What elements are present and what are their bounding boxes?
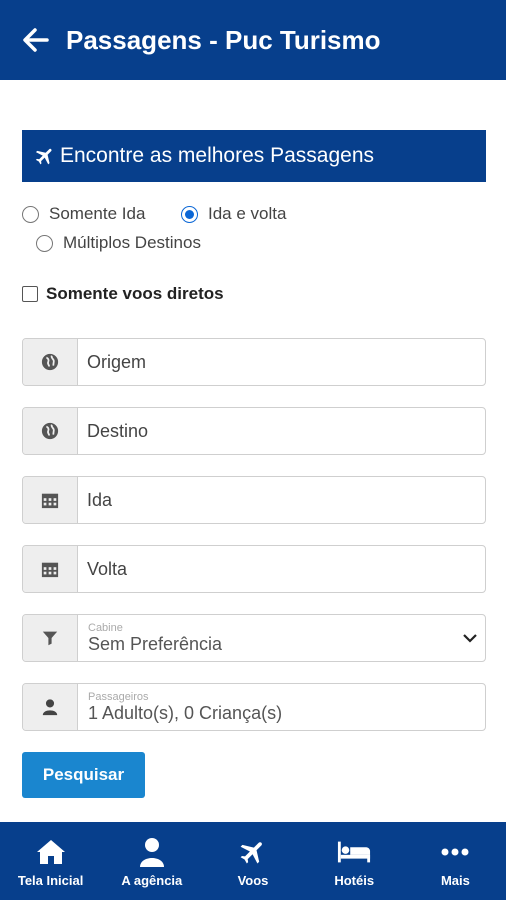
nav-label: A agência [121,872,183,888]
passengers-value[interactable]: 1 Adulto(s), 0 Criança(s) [88,703,485,723]
radio-button[interactable] [22,205,39,223]
banner-title: Encontre as melhores Passagens [60,144,375,167]
direct-flights-checkbox-row[interactable]: Somente voos diretos [22,284,224,304]
return-date-field[interactable]: Volta [22,545,486,593]
page-title: Passagens - Puc Turismo [66,24,381,55]
radio-multi-destination[interactable]: Múltiplos Destinos [36,233,201,253]
more-icon [438,835,472,869]
app-bar: Passagens - Puc Turismo [0,0,506,80]
filter-icon [23,615,78,661]
radio-button[interactable] [36,234,53,252]
cabin-value[interactable]: Sem Preferência [88,634,455,654]
radio-button-selected[interactable] [181,205,198,223]
bottom-nav: Tela Inicial A agência Voos Hotéis Mais [0,822,506,900]
departure-input[interactable]: Ida [78,477,485,523]
search-button[interactable]: Pesquisar [22,752,145,798]
direct-flights-label: Somente voos diretos [46,284,224,303]
nav-item-home[interactable]: Tela Inicial [0,822,101,900]
passengers-field[interactable]: Passageiros 1 Adulto(s), 0 Criança(s) [22,683,486,731]
origin-field[interactable]: Origem [22,338,486,386]
direct-flights-checkbox[interactable] [22,286,38,302]
back-arrow-icon[interactable] [22,26,50,54]
plane-icon [236,835,270,869]
user-icon [135,835,169,869]
home-icon [34,835,68,869]
destination-input[interactable]: Destino [78,408,485,454]
nav-label: Voos [237,872,269,888]
nav-item-agency[interactable]: A agência [101,822,202,900]
origin-input[interactable]: Origem [78,339,485,385]
nav-item-more[interactable]: Mais [405,822,506,900]
calendar-icon [23,477,78,523]
passengers-label: Passageiros [88,691,149,703]
calendar-icon [23,546,78,592]
radio-one-way[interactable]: Somente Ida [22,204,145,224]
globe-icon [23,339,78,385]
nav-item-hotels[interactable]: Hotéis [304,822,405,900]
nav-label: Hotéis [334,872,375,888]
radio-round-trip[interactable]: Ida e volta [181,204,286,224]
radio-label: Somente Ida [49,204,146,223]
cabin-select[interactable]: Cabine Sem Preferência [22,614,486,662]
search-banner: Encontre as melhores Passagens [22,130,486,182]
globe-icon [23,408,78,454]
destination-field[interactable]: Destino [22,407,486,455]
cabin-label: Cabine [88,622,123,634]
plane-icon [34,145,56,167]
nav-item-flights[interactable]: Voos [202,822,303,900]
bed-icon [337,835,371,869]
radio-label: Ida e volta [208,204,287,223]
user-icon [23,684,78,730]
chevron-down-icon[interactable] [455,615,485,661]
nav-label: Tela Inicial [17,872,84,888]
nav-label: Mais [440,872,470,888]
departure-date-field[interactable]: Ida [22,476,486,524]
radio-label: Múltiplos Destinos [63,233,201,252]
return-input[interactable]: Volta [78,546,485,592]
